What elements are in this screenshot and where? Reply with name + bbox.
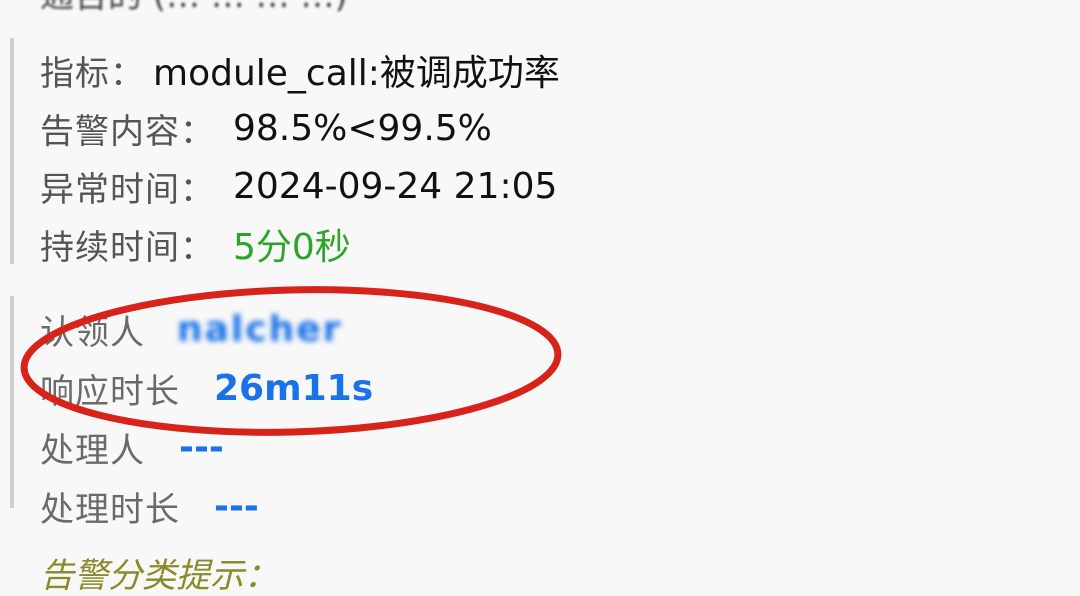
alert-content-value: 98.5%<99.5% — [233, 107, 492, 149]
duration-row: 持续时间： 5分0秒 — [40, 215, 560, 273]
alert-handling-section: 认领人 nalcher 响应时长 26m11s 处理人 --- 处理时长 --- — [10, 296, 373, 530]
metric-label: 指标： — [40, 53, 145, 94]
handler-value: --- — [179, 427, 224, 468]
response-time-value: 26m11s — [214, 368, 374, 409]
duration-value: 5分0秒 — [233, 227, 351, 268]
abnormal-time-value: 2024-09-24 21:05 — [233, 165, 558, 207]
claimer-row: 认领人 nalcher — [40, 300, 373, 359]
cut-off-header-line: 通告的 (… … … …) — [40, 0, 348, 14]
abnormal-time-label: 异常时间： — [40, 169, 215, 210]
handler-row: 处理人 --- — [40, 418, 373, 477]
handler-label: 处理人 — [40, 431, 145, 471]
alert-metrics-section: 指标： module_call:被调成功率 告警内容： 98.5%<99.5% … — [10, 38, 560, 268]
handling-time-label: 处理时长 — [40, 490, 180, 530]
response-time-row: 响应时长 26m11s — [40, 359, 373, 418]
metric-value: module_call:被调成功率 — [153, 53, 560, 94]
alert-content-label: 告警内容： — [40, 111, 215, 152]
claimer-value: nalcher — [177, 309, 343, 350]
response-time-label: 响应时长 — [40, 372, 180, 412]
metric-row: 指标： module_call:被调成功率 — [40, 41, 560, 99]
cut-off-footer-line: 告警分类提示： — [40, 556, 278, 596]
handling-time-value: --- — [214, 486, 259, 527]
claimer-label: 认领人 — [40, 313, 145, 353]
alert-content-row: 告警内容： 98.5%<99.5% — [40, 99, 560, 157]
handling-time-row: 处理时长 --- — [40, 477, 373, 536]
duration-label: 持续时间： — [40, 227, 215, 268]
abnormal-time-row: 异常时间： 2024-09-24 21:05 — [40, 157, 560, 215]
